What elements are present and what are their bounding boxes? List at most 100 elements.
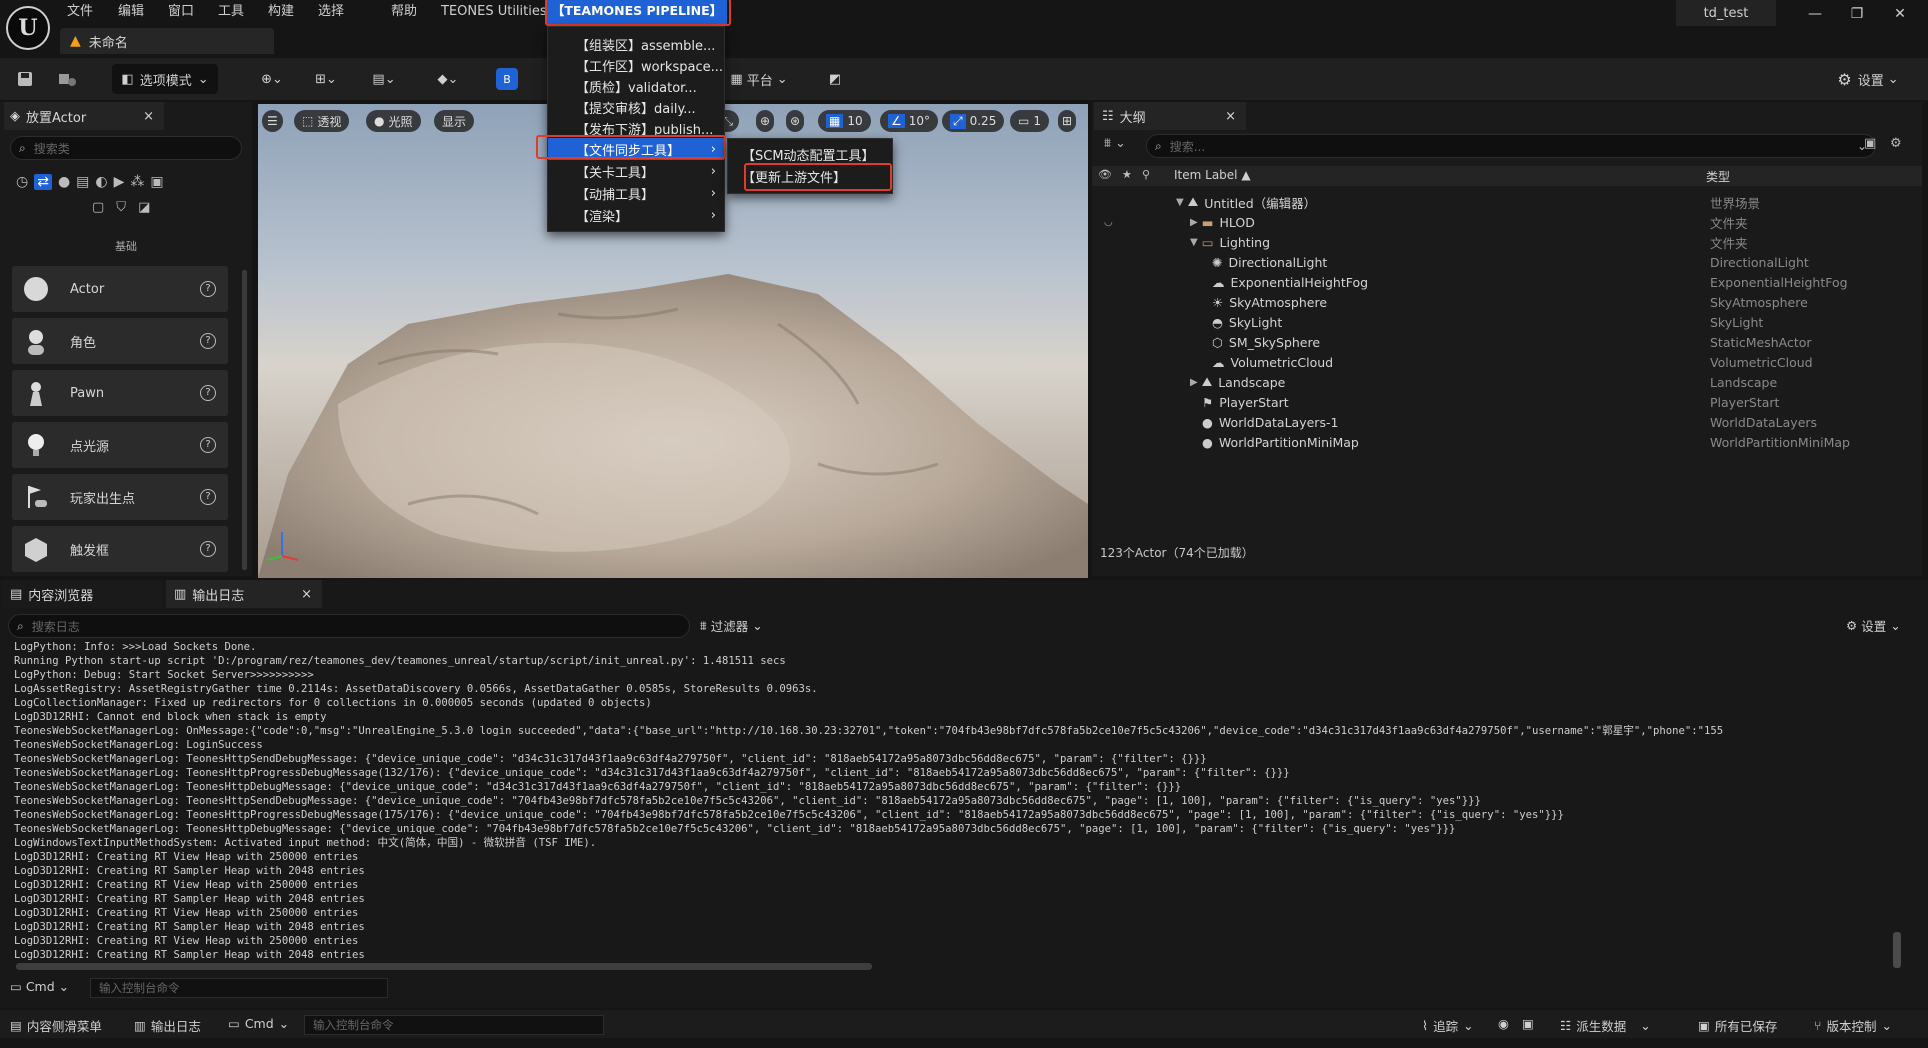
menu-item-daily[interactable]: 【提交审核】daily... [548,96,724,118]
help-icon[interactable]: ? [200,281,216,297]
tree-row[interactable]: ▼ ⛰ Untitled（编辑器） 世界场景 [1094,192,1924,212]
scale-snap-button[interactable]: ⤢ 0.25 [942,110,1005,132]
tree-row[interactable]: ☁ VolumetricCloud VolumetricCloud [1094,352,1924,372]
tree-row[interactable]: ◡ ▶ ▬ HLOD 文件夹 [1094,212,1924,232]
lighting-button[interactable]: ● 光照 [366,110,421,132]
help-icon[interactable]: ? [200,333,216,349]
shapes-icon[interactable]: ▢ [92,200,104,215]
menu-help[interactable]: 帮助 [391,2,417,22]
menu-tools[interactable]: 工具 [218,2,244,22]
place-actors-search[interactable]: ⌕ 搜索类 [10,136,242,160]
tree-row[interactable]: ⚑ PlayerStart PlayerStart [1094,392,1924,412]
record-icon[interactable]: ◉ [1498,1016,1509,1031]
light-icon[interactable]: ● [58,174,70,190]
menu-item-level-tools[interactable]: 【关卡工具】 › [548,160,724,182]
log-settings-dropdown[interactable]: ⚙ 设置 ⌄ [1846,616,1901,635]
trace-dropdown[interactable]: ⌇ 追踪 ⌄ [1422,1016,1474,1035]
tree-row[interactable]: ▶ ⛰ Landscape Landscape [1094,372,1924,392]
rotation-snap-button[interactable]: ∠ 10° [880,110,939,132]
geometry-icon[interactable]: ▶ [114,174,125,190]
actor-item-player-start[interactable]: 玩家出生点 ? [12,474,228,520]
output-log-tab[interactable]: ▥ 输出日志 × [166,580,322,608]
menu-build[interactable]: 构建 [268,2,294,22]
add-content-icon[interactable]: ⊕⌄ [252,64,292,94]
column-type[interactable]: 类型 [1706,168,1730,185]
b-icon[interactable]: B [496,68,518,90]
gear-icon[interactable]: ⚙ [1890,136,1902,151]
cmd-dropdown[interactable]: ▭ Cmd ⌄ [10,979,69,994]
tree-row[interactable]: ⬡ SM_SkySphere StaticMeshActor [1094,332,1924,352]
menu-edit[interactable]: 编辑 [118,2,144,22]
settings-dropdown[interactable]: ⚙ 设置 ⌄ [1832,64,1904,94]
viewport-menu-icon[interactable]: ☰ [262,110,283,132]
menu-item-scm-config[interactable]: 【SCM动态配置工具】 [728,143,892,165]
tree-row[interactable]: ☀ SkyAtmosphere SkyAtmosphere [1094,292,1924,312]
source-control-dropdown[interactable]: ⑂ 版本控制 ⌄ [1814,1016,1892,1035]
world-local-icon[interactable]: ⊕ [756,110,775,132]
document-tab[interactable]: ▲ 未命名 [60,28,274,54]
all-classes-icon[interactable]: ▣ [150,174,163,190]
horizontal-scrollbar[interactable] [16,963,872,970]
all-saved-button[interactable]: ▣ 所有已保存 [1698,1016,1777,1035]
blueprint-icon[interactable]: ⊞⌄ [306,64,346,94]
expand-arrow-icon[interactable]: ▼ [1176,197,1184,208]
actor-item-point-light[interactable]: 点光源 ? [12,422,228,468]
mode-icon[interactable]: ◆⌄ [426,64,470,94]
expand-arrow-icon[interactable]: ▶ [1190,217,1198,228]
help-icon[interactable]: ? [200,541,216,557]
vertical-scrollbar[interactable] [1893,932,1901,968]
derived-data-dropdown[interactable]: ☷ 派生数据 ⌄ [1560,1016,1651,1035]
tree-row[interactable]: ◓ SkyLight SkyLight [1094,312,1924,332]
menu-item-render[interactable]: 【渲染】 › [548,204,724,226]
outliner-search[interactable]: ⌕ 搜索... ⌄ [1146,134,1876,158]
menu-select[interactable]: 选择 [318,2,344,22]
filters-dropdown[interactable]: ⩩ 过滤器 ⌄ [700,616,763,635]
menu-item-mocap-tools[interactable]: 【动捕工具】 › [548,182,724,204]
shield-icon[interactable]: ⛉ [116,200,126,215]
cinematics-icon[interactable]: ▤⌄ [362,64,406,94]
close-tab-icon[interactable]: × [301,587,312,602]
close-tab-icon[interactable]: × [143,109,154,124]
close-icon[interactable]: ✕ [1890,6,1910,26]
volumes-icon[interactable]: ⁂ [130,174,144,190]
unreal-logo-icon[interactable]: U [6,6,50,50]
content-drawer-button[interactable]: ▤ 内容侧滑菜单 [10,1016,102,1035]
close-tab-icon[interactable]: × [1225,109,1236,124]
layout-icon[interactable]: ⊞ [1058,110,1077,132]
filter-dropdown[interactable]: ⩩ ⌄ [1104,136,1126,151]
add-folder-icon[interactable]: ▣ [1864,136,1876,151]
actor-item-actor[interactable]: Actor ? [12,266,228,312]
cinematic-icon[interactable]: ▤ [76,174,89,190]
project-settings-icon[interactable]: ◩ [820,64,850,94]
tree-row[interactable]: ☁ ExponentialHeightFog ExponentialHeight… [1094,272,1924,292]
select-mode-dropdown[interactable]: ◧ 选项模式 ⌄ [112,64,218,94]
camera-speed-button[interactable]: ▭ 1 [1010,110,1049,132]
output-log-button[interactable]: ▥ 输出日志 [134,1016,201,1035]
outliner-tab[interactable]: ☷ 大纲 × [1094,102,1246,130]
help-icon[interactable]: ? [200,489,216,505]
help-icon[interactable]: ? [200,437,216,453]
hidden-eye-icon[interactable]: ◡ [1104,217,1113,228]
minimize-icon[interactable]: — [1805,6,1825,26]
perspective-button[interactable]: ⬚ 透视 [294,110,350,132]
actor-item-character[interactable]: 角色 ? [12,318,228,364]
expand-arrow-icon[interactable]: ▶ [1190,377,1198,388]
scrollbar[interactable] [242,270,247,570]
source-icon[interactable] [52,64,82,94]
status-cmd-dropdown[interactable]: ▭ Cmd ⌄ [228,1016,289,1031]
recent-icon[interactable]: ◷ [16,174,28,190]
tree-row[interactable]: ● WorldDataLayers-1 WorldDataLayers [1094,412,1924,432]
tree-row[interactable]: ● WorldPartitionMiniMap WorldPartitionMi… [1094,432,1924,452]
menu-item-workspace[interactable]: 【工作区】workspace... [548,54,724,76]
visibility-icon[interactable]: 👁 [1098,168,1112,181]
log-search[interactable]: ⌕ 搜索日志 [8,614,690,638]
actor-item-trigger-box[interactable]: 触发框 ? [12,526,228,572]
menu-window[interactable]: 窗口 [168,2,194,22]
place-actors-tab[interactable]: ◈ 放置Actor × [4,102,164,130]
restore-icon[interactable]: ❐ [1847,6,1867,26]
volume-icon[interactable]: ◪ [138,200,150,215]
star-icon[interactable]: ★ [1122,168,1132,181]
platform-dropdown[interactable]: ▦ 平台 ⌄ [724,64,794,94]
surface-snap-icon[interactable]: ⊛ [786,110,805,132]
camera-icon[interactable]: ▣ [1522,1016,1534,1031]
